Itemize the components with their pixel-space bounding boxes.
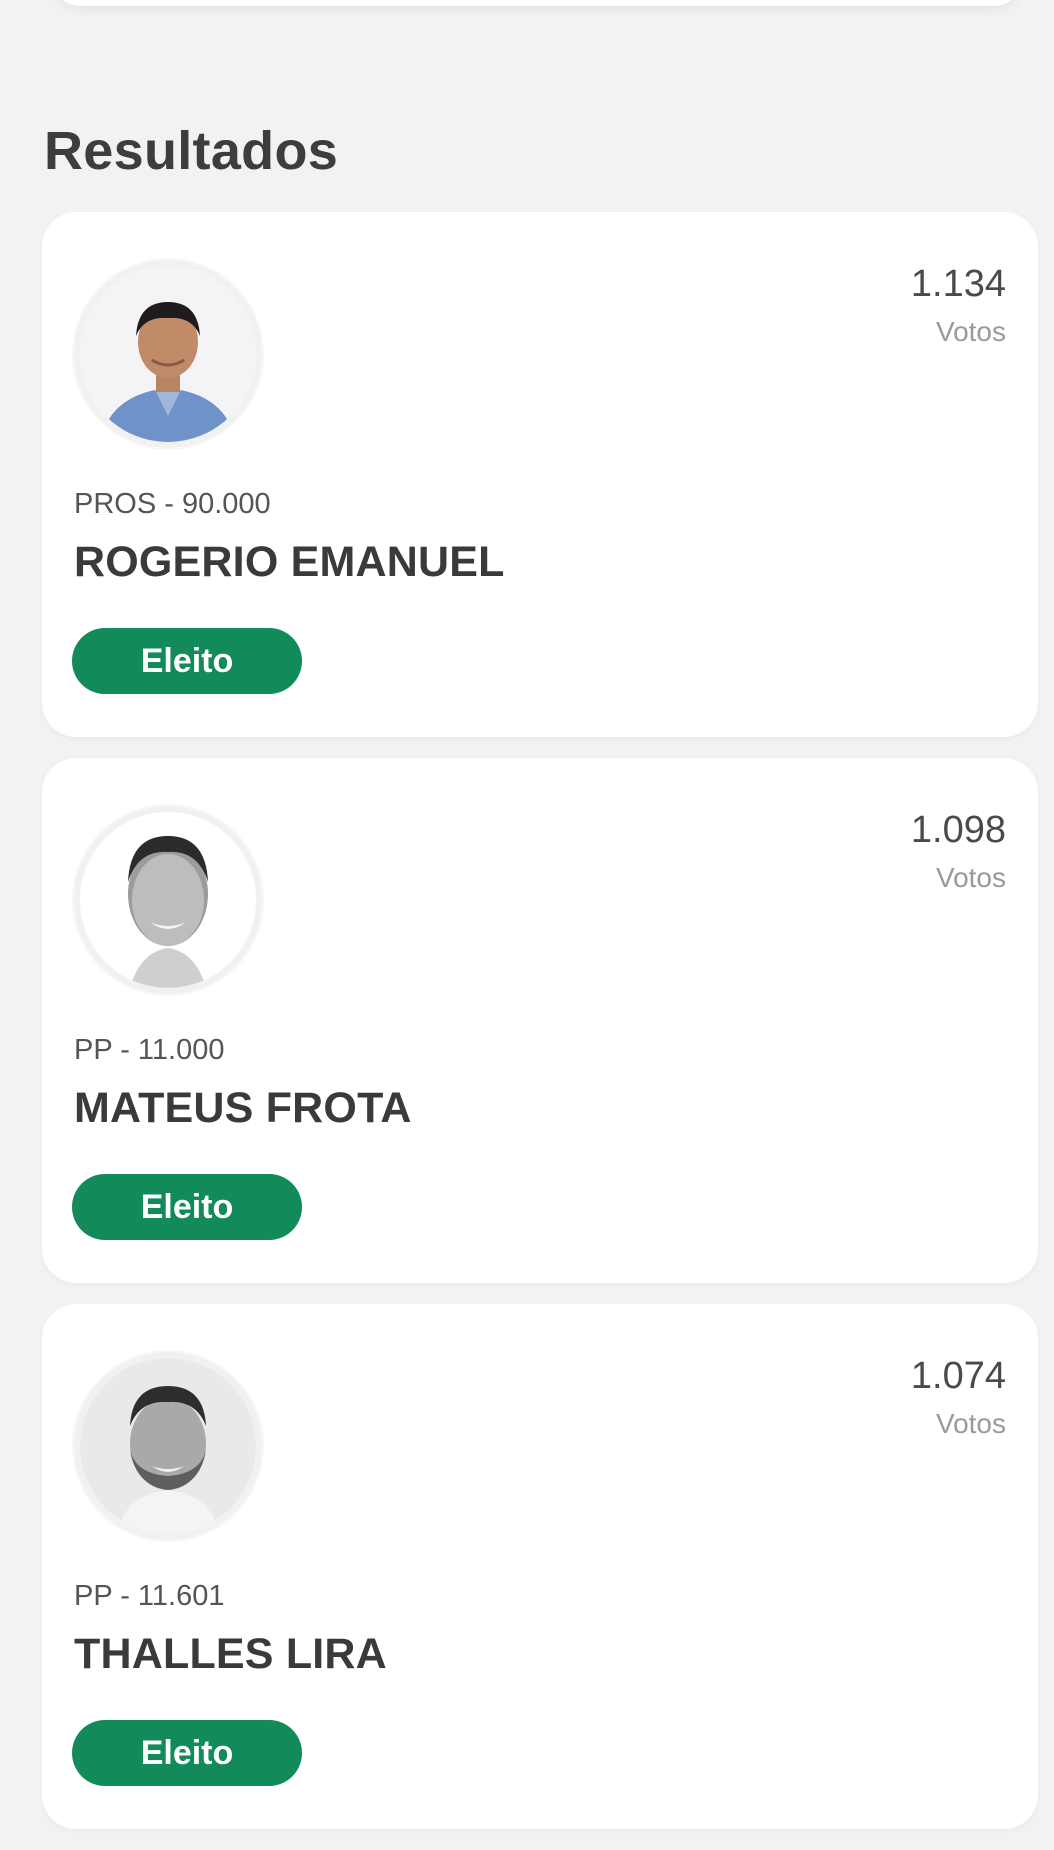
votes-block: 1.098 Votos: [910, 809, 1006, 894]
previous-card-edge: [52, 0, 1022, 6]
party-number: PP - 11.601: [74, 1580, 225, 1612]
section-title: Resultados: [44, 121, 339, 181]
party-number: PROS - 90.000: [74, 488, 271, 520]
candidate-name: THALLES LIRA: [74, 1630, 387, 1678]
votes-count: 1.074: [910, 1355, 1006, 1397]
candidate-name: MATEUS FROTA: [74, 1084, 412, 1132]
candidate-card[interactable]: 1.074 Votos PP - 11.601 THALLES LIRA Ele…: [42, 1304, 1038, 1829]
votes-label: Votos: [935, 861, 1006, 893]
candidate-avatar: [74, 806, 262, 994]
candidate-card[interactable]: 1.098 Votos PP - 11.000 MATEUS FROTA Ele…: [42, 758, 1038, 1283]
candidate-photo: [80, 266, 256, 442]
votes-block: 1.134 Votos: [910, 263, 1006, 348]
candidate-avatar: [74, 260, 262, 448]
votes-label: Votos: [935, 315, 1006, 347]
candidate-card[interactable]: 1.134 Votos PROS - 90.000 ROGERIO EMANUE…: [42, 212, 1038, 737]
votes-count: 1.134: [910, 263, 1006, 305]
votes-label: Votos: [935, 1407, 1006, 1439]
candidate-photo: [80, 1358, 256, 1534]
party-number: PP - 11.000: [74, 1034, 225, 1066]
elected-badge: Eleito: [72, 1174, 302, 1240]
elected-badge: Eleito: [72, 1720, 302, 1786]
votes-block: 1.074 Votos: [910, 1355, 1006, 1440]
results-list: 1.134 Votos PROS - 90.000 ROGERIO EMANUE…: [42, 212, 1038, 1850]
elected-badge: Eleito: [72, 628, 302, 694]
candidate-photo: [80, 812, 256, 988]
candidate-avatar: [74, 1352, 262, 1540]
votes-count: 1.098: [910, 809, 1006, 851]
candidate-name: ROGERIO EMANUEL: [74, 538, 505, 586]
